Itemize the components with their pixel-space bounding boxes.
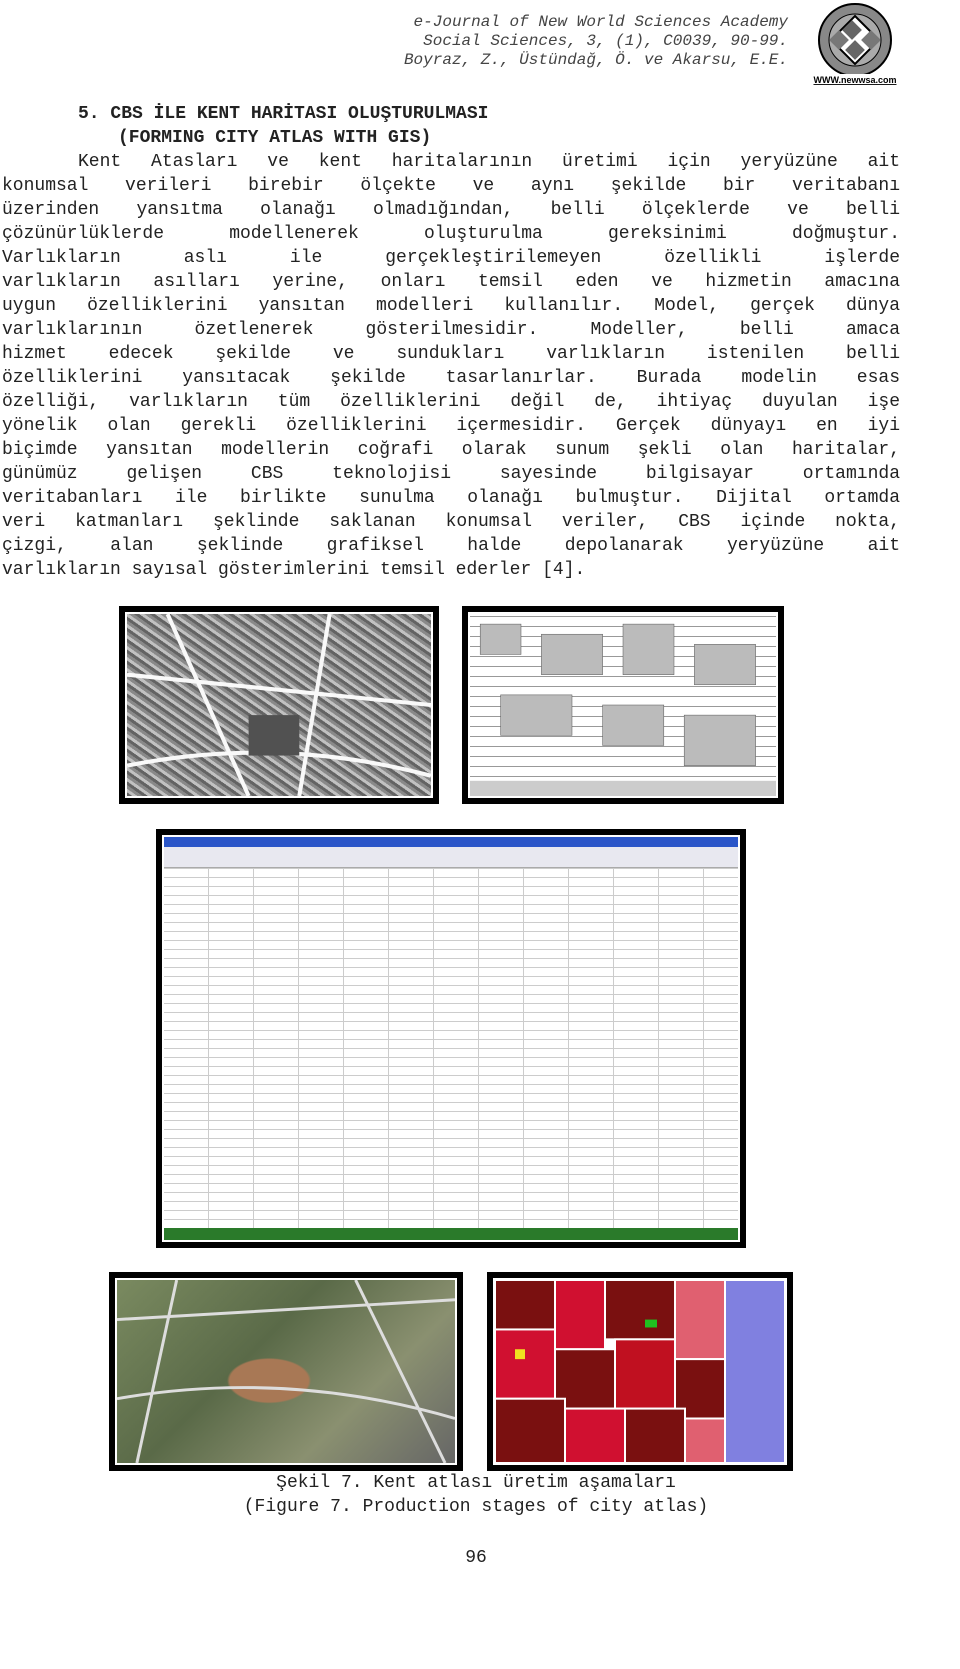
authors: Boyraz, Z., Üstündağ, Ö. ve Akarsu, E.E.	[403, 51, 788, 69]
text-line: çizgi, alan şeklinde grafiksel halde dep…	[2, 536, 900, 556]
text-line: varlıkların sayısal gösterimlerini temsi…	[2, 560, 586, 580]
figure-caption-tr: Şekil 7. Kent atlası üretim aşamaları	[276, 1473, 676, 1493]
excel-title-bar	[164, 837, 738, 847]
excel-grid	[164, 868, 738, 1228]
text-line: özelliklerini yansıtacak şekilde tasarla…	[2, 368, 900, 388]
aerial-photo-grayscale	[119, 606, 439, 804]
text-line: uygun özelliklerini yansıtan modelleri k…	[2, 296, 900, 316]
text-line: varlıklarının özetlenerek gösterilmesidi…	[2, 320, 900, 340]
text-line: varlıkların asılları yerine, onları tems…	[2, 272, 900, 292]
text-line: hizmet edecek şekilde ve sundukları varl…	[2, 344, 900, 364]
text-line: çözünürlüklerde modellenerek oluşturulma…	[2, 224, 900, 244]
journal-name: e-Journal of New World Sciences Academy	[413, 13, 788, 31]
text-line: veritabanları ile birlikte sunulma olana…	[2, 488, 900, 508]
nwsa-logo: WWW.newwsa.com	[813, 3, 897, 85]
text-line: konumsal verileri birebir ölçekte ve ayn…	[2, 176, 900, 196]
text-line: veri katmanları şeklinde saklanan konums…	[2, 512, 900, 532]
aerial-photo-color	[109, 1272, 463, 1471]
section-title: 5. CBS İLE KENT HARİTASI OLUŞTURULMASI	[78, 104, 489, 124]
vector-map-parcels	[462, 606, 784, 804]
excel-toolbar	[164, 847, 738, 868]
text-line: günümüz gelişen CBS teknolojisi sayesind…	[2, 464, 900, 484]
windows-taskbar	[164, 1228, 738, 1240]
text-line: özelliği, varlıkların tüm özelliklerini …	[2, 392, 900, 412]
text-line: biçimde yansıtan modellerin coğrafi olar…	[2, 440, 900, 460]
document-page: e-Journal of New World Sciences Academy …	[0, 0, 960, 1669]
spreadsheet-screenshot	[156, 829, 746, 1248]
thematic-landuse-map	[487, 1272, 793, 1471]
citation: Social Sciences, 3, (1), C0039, 90-99.	[423, 32, 788, 50]
text-line: Varlıkların aslı ile gerçekleştirilemeye…	[2, 248, 900, 268]
section-subtitle: (FORMING CITY ATLAS WITH GIS)	[118, 128, 432, 148]
svg-text:WWW.newwsa.com: WWW.newwsa.com	[813, 75, 896, 85]
text-line: yönelik olan gerekli özelliklerini içerm…	[2, 416, 900, 436]
figure-caption-en: (Figure 7. Production stages of city atl…	[243, 1497, 709, 1517]
text-line: Kent Atasları ve kent haritalarının üret…	[78, 152, 900, 172]
page-number: 96	[465, 1548, 487, 1568]
text-line: üzerinden yansıtma olanağı olmadığından,…	[2, 200, 900, 220]
